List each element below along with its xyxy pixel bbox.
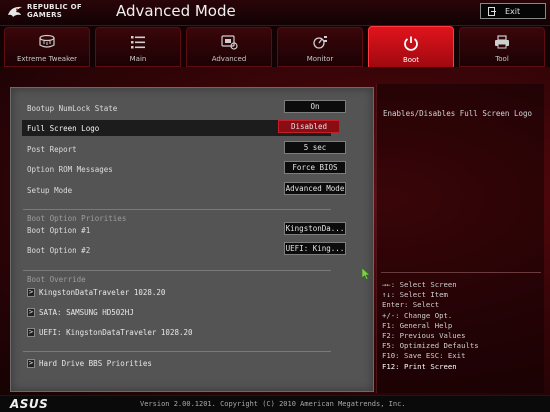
mouse-cursor-icon bbox=[362, 268, 370, 280]
tab-monitor[interactable]: Monitor bbox=[277, 27, 363, 67]
hotkey-item: F10: Save ESC: Exit bbox=[382, 351, 466, 361]
boot-override-item[interactable]: > KingstonDataTraveler 1028.20 bbox=[27, 286, 327, 298]
boot-override-label: KingstonDataTraveler 1028.20 bbox=[39, 287, 166, 297]
printer-icon bbox=[495, 35, 509, 49]
hotkey-item: Enter: Select bbox=[382, 300, 440, 310]
exit-icon bbox=[488, 6, 496, 16]
monitor-icon bbox=[313, 36, 327, 49]
tab-label: Tool bbox=[495, 55, 509, 63]
boot-override-label: UEFI: KingstonDataTraveler 1028.20 bbox=[39, 327, 193, 337]
tab-label: Extreme Tweaker bbox=[16, 55, 78, 63]
tab-label: Advanced bbox=[211, 55, 247, 63]
tab-extreme-tweaker[interactable]: Extreme Tweaker bbox=[4, 27, 90, 67]
tab-bar: Extreme Tweaker Main Advanced Monitor Bo… bbox=[0, 26, 550, 68]
help-divider bbox=[381, 272, 541, 273]
hard-drive-bbs-label: Hard Drive BBS Priorities bbox=[39, 358, 152, 368]
boot-override-heading: Boot Override bbox=[27, 275, 86, 284]
section-divider bbox=[23, 209, 331, 210]
exit-button[interactable]: Exit bbox=[480, 3, 546, 19]
exit-label: Exit bbox=[505, 6, 521, 16]
setting-bootup-numlock[interactable]: Bootup NumLock State On bbox=[27, 100, 346, 116]
boot-override-label: SATA: SAMSUNG HD502HJ bbox=[39, 307, 134, 317]
setting-value[interactable]: Force BIOS bbox=[284, 161, 346, 174]
chevron-right-icon: > bbox=[27, 358, 35, 368]
power-icon bbox=[404, 36, 418, 51]
hotkey-item: →←: Select Screen bbox=[382, 280, 457, 289]
chevron-right-icon: > bbox=[27, 327, 35, 337]
chevron-right-icon: > bbox=[27, 287, 35, 297]
setting-option-rom-messages[interactable]: Option ROM Messages Force BIOS bbox=[27, 161, 346, 177]
setting-setup-mode[interactable]: Setup Mode Advanced Mode bbox=[27, 182, 346, 198]
setting-label: Boot Option #1 bbox=[27, 225, 91, 235]
version-text: Version 2.00.1201. Copyright (C) 2010 Am… bbox=[140, 400, 406, 408]
setting-value[interactable]: On bbox=[284, 100, 346, 113]
settings-panel: Bootup NumLock State On Full Screen Logo… bbox=[10, 87, 374, 392]
setting-label: Full Screen Logo bbox=[27, 123, 100, 133]
brand-line-1: REPUBLIC OF bbox=[27, 3, 82, 11]
tab-tool[interactable]: Tool bbox=[459, 27, 545, 67]
section-divider bbox=[23, 351, 331, 352]
setting-label: Boot Option #2 bbox=[27, 245, 91, 255]
setting-value[interactable]: Advanced Mode bbox=[284, 182, 346, 195]
setting-value[interactable]: KingstonDa... bbox=[284, 222, 346, 235]
section-divider bbox=[23, 270, 331, 271]
main-area: Bootup NumLock State On Full Screen Logo… bbox=[0, 67, 550, 395]
tab-boot[interactable]: Boot bbox=[368, 26, 454, 68]
hotkey-list: →←: Select Screen ↑↓: Select Item Enter:… bbox=[382, 280, 479, 372]
hotkey-item: F12: Print Screen bbox=[382, 361, 457, 371]
rog-brand: REPUBLIC OF GAMERS bbox=[27, 3, 82, 19]
help-panel: Enables/Disables Full Screen Logo →←: Se… bbox=[376, 84, 544, 393]
footer-bar: ASUS Version 2.00.1201. Copyright (C) 20… bbox=[0, 395, 550, 412]
hotkey-item: ↑↓: Select Item bbox=[382, 290, 448, 300]
setting-label: Option ROM Messages bbox=[27, 164, 113, 174]
setting-label: Setup Mode bbox=[27, 185, 73, 195]
help-description: Enables/Disables Full Screen Logo bbox=[383, 109, 533, 118]
setting-label: Bootup NumLock State bbox=[27, 103, 118, 113]
rog-logo-icon bbox=[8, 6, 22, 17]
hotkey-item: +/-: Change Opt. bbox=[382, 310, 453, 320]
hard-drive-bbs-priorities[interactable]: > Hard Drive BBS Priorities bbox=[27, 357, 327, 369]
setting-value[interactable]: UEFI: King... bbox=[284, 242, 346, 255]
boot-option-1[interactable]: Boot Option #1 KingstonDa... bbox=[27, 222, 346, 238]
hotkey-item: F5: Optimized Defaults bbox=[382, 341, 479, 351]
setting-full-screen-logo[interactable]: Full Screen Logo Disabled bbox=[22, 120, 340, 136]
boot-override-item[interactable]: > UEFI: KingstonDataTraveler 1028.20 bbox=[27, 326, 327, 338]
boot-option-2[interactable]: Boot Option #2 UEFI: King... bbox=[27, 242, 346, 258]
chevron-right-icon: > bbox=[27, 307, 35, 317]
asus-logo: ASUS bbox=[10, 397, 49, 411]
boot-override-item[interactable]: > SATA: SAMSUNG HD502HJ bbox=[27, 306, 327, 318]
setting-value[interactable]: Disabled bbox=[278, 120, 340, 133]
extreme-tweaker-icon bbox=[39, 34, 55, 48]
tab-label: Monitor bbox=[306, 55, 334, 63]
tab-main[interactable]: Main bbox=[95, 27, 181, 67]
hotkey-item: F1: General Help bbox=[382, 320, 453, 330]
tab-label: Boot bbox=[402, 56, 420, 64]
header-bar: REPUBLIC OF GAMERS Advanced Mode Exit bbox=[0, 0, 550, 26]
hotkey-item: F2: Previous Values bbox=[382, 331, 466, 341]
setting-label: Post Report bbox=[27, 144, 77, 154]
brand-line-2: GAMERS bbox=[27, 11, 63, 19]
tab-label: Main bbox=[129, 55, 147, 63]
tab-advanced[interactable]: Advanced bbox=[186, 27, 272, 67]
advanced-icon bbox=[221, 35, 238, 50]
page-title: Advanced Mode bbox=[116, 2, 236, 20]
list-icon bbox=[131, 36, 145, 49]
setting-value[interactable]: 5 sec bbox=[284, 141, 346, 154]
setting-post-report[interactable]: Post Report 5 sec bbox=[27, 141, 346, 157]
